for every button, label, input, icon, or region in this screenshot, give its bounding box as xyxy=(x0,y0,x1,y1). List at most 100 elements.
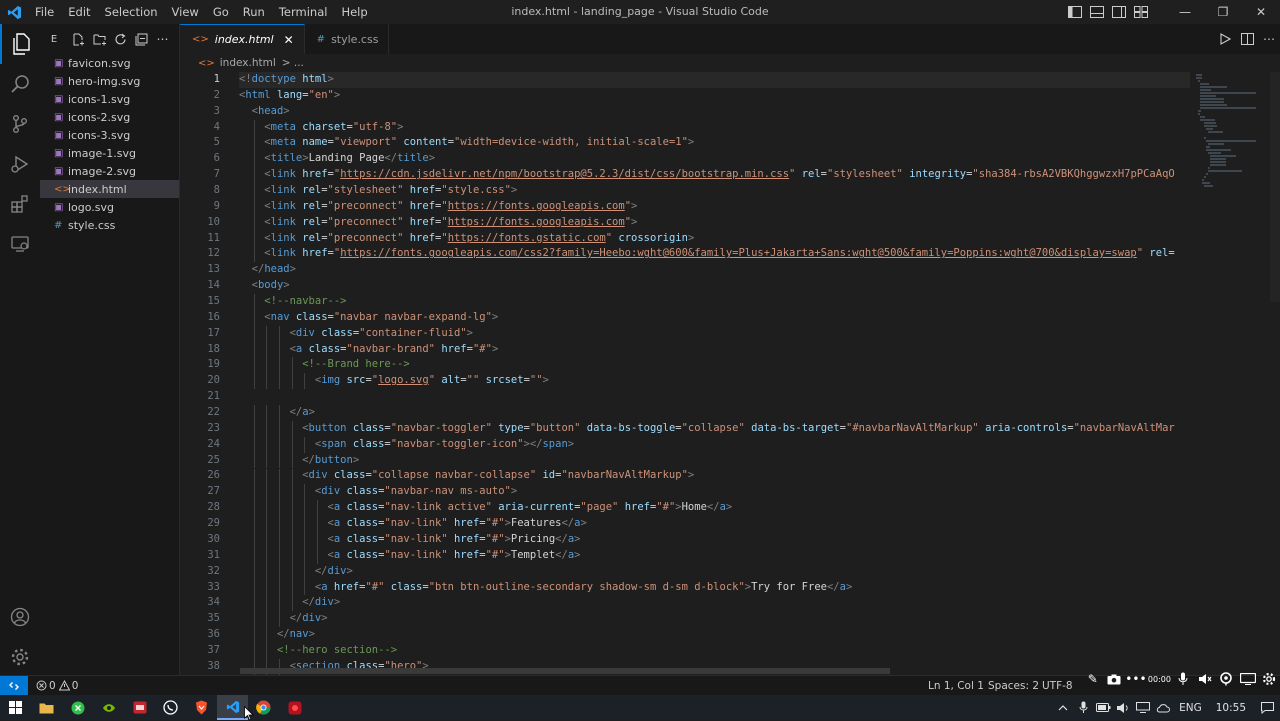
split-editor-icon[interactable] xyxy=(1236,24,1258,54)
app-green-icon[interactable] xyxy=(62,695,93,720)
close-button[interactable]: ✕ xyxy=(1242,0,1280,24)
code-line[interactable]: <link rel="preconnect" href="https://fon… xyxy=(239,231,1190,247)
notifications-icon[interactable] xyxy=(1254,695,1280,720)
red-app-icon[interactable] xyxy=(124,695,155,720)
code-line[interactable]: <meta charset="utf-8"> xyxy=(239,120,1190,136)
code-line[interactable]: <link href="https://cdn.jsdelivr.net/npm… xyxy=(239,167,1190,183)
file-item[interactable]: <> index.html xyxy=(40,180,179,198)
breadcrumb-rest[interactable]: > ... xyxy=(282,57,304,69)
code-line[interactable]: <nav class="navbar navbar-expand-lg"> xyxy=(239,310,1190,326)
menu-go[interactable]: Go xyxy=(206,0,236,24)
screen-icon[interactable] xyxy=(1237,668,1259,690)
whatsapp-icon[interactable] xyxy=(155,695,186,720)
onedrive-icon[interactable] xyxy=(1153,695,1173,720)
code-line[interactable]: </a> xyxy=(239,405,1190,421)
refresh-icon[interactable] xyxy=(110,24,131,54)
remote-explorer-icon[interactable] xyxy=(0,224,40,264)
record-app-icon[interactable] xyxy=(279,695,310,720)
extensions-icon[interactable] xyxy=(0,184,40,224)
battery-icon[interactable] xyxy=(1093,695,1113,720)
maximize-button[interactable]: ❐ xyxy=(1204,0,1242,24)
code-line[interactable]: <a class="nav-link" href="#">Templet</a> xyxy=(239,548,1190,564)
menu-edit[interactable]: Edit xyxy=(61,0,97,24)
editor-more-actions-icon[interactable]: ⋯ xyxy=(1258,24,1280,54)
settings-gear-icon[interactable] xyxy=(1258,668,1280,690)
code-line[interactable]: <!--Brand here--> xyxy=(239,357,1190,373)
webcam-icon[interactable] xyxy=(1215,668,1237,690)
code-line[interactable]: <a class="navbar-brand" href="#"> xyxy=(239,342,1190,358)
new-file-icon[interactable] xyxy=(68,24,89,54)
problems-indicator[interactable]: 0 0 xyxy=(36,680,78,692)
menu-run[interactable]: Run xyxy=(236,0,272,24)
menu-view[interactable]: View xyxy=(165,0,206,24)
file-item[interactable]: ▣ icons-3.svg xyxy=(40,126,179,144)
code-line[interactable]: <meta name="viewport" content="width=dev… xyxy=(239,135,1190,151)
vertical-scrollbar[interactable] xyxy=(1270,72,1280,302)
code-line[interactable]: <html lang="en"> xyxy=(239,88,1190,104)
close-tab-icon[interactable]: ✕ xyxy=(284,33,294,47)
microphone-icon[interactable] xyxy=(1073,695,1093,720)
file-item[interactable]: ▣ favicon.svg xyxy=(40,54,179,72)
run-file-icon[interactable] xyxy=(1214,24,1236,54)
horizontal-scrollbar[interactable] xyxy=(240,668,890,674)
toggle-panel-icon[interactable] xyxy=(1086,0,1108,24)
file-explorer-icon[interactable] xyxy=(31,695,62,720)
code-line[interactable]: </button> xyxy=(239,453,1190,469)
menu-selection[interactable]: Selection xyxy=(98,0,165,24)
collapse-all-icon[interactable] xyxy=(131,24,152,54)
more-actions-icon[interactable]: ⋯ xyxy=(152,24,173,54)
code-line[interactable]: </head> xyxy=(239,262,1190,278)
code-line[interactable]: <img src="logo.svg" alt="" srcset=""> xyxy=(239,373,1190,389)
code-line[interactable]: <head> xyxy=(239,104,1190,120)
toggle-primary-sidebar-icon[interactable] xyxy=(1064,0,1086,24)
code-line[interactable]: </nav> xyxy=(239,627,1190,643)
file-item[interactable]: # style.css xyxy=(40,216,179,234)
toggle-secondary-sidebar-icon[interactable] xyxy=(1108,0,1130,24)
brave-browser-icon[interactable] xyxy=(186,695,217,720)
tab-style-css[interactable]: # style.css xyxy=(305,24,390,54)
remote-indicator-icon[interactable] xyxy=(0,675,28,696)
code-line[interactable]: <title>Landing Page</title> xyxy=(239,151,1190,167)
start-windows-icon[interactable] xyxy=(0,695,31,720)
file-item[interactable]: ▣ icons-2.svg xyxy=(40,108,179,126)
chevron-up-icon[interactable] xyxy=(1053,695,1073,720)
customize-layout-icon[interactable] xyxy=(1130,0,1152,24)
code-line[interactable]: <link rel="preconnect" href="https://fon… xyxy=(239,215,1190,231)
code-line[interactable]: <div class="navbar-nav ms-auto"> xyxy=(239,484,1190,500)
code-line[interactable]: <link rel="stylesheet" href="style.css"> xyxy=(239,183,1190,199)
code-lines[interactable]: <!doctype html> <html lang="en"> <head> <… xyxy=(239,72,1190,675)
input-language[interactable]: ENG xyxy=(1173,702,1208,714)
clock-time[interactable]: 10:55 xyxy=(1208,702,1254,714)
source-control-icon[interactable] xyxy=(0,104,40,144)
tab-index-html[interactable]: <> index.html ✕ xyxy=(180,24,305,54)
search-icon[interactable] xyxy=(0,64,40,104)
code-line[interactable]: <div class="collapse navbar-collapse" id… xyxy=(239,468,1190,484)
code-line[interactable]: <body> xyxy=(239,278,1190,294)
breadcrumb-file[interactable]: index.html xyxy=(220,57,276,69)
code-line[interactable]: <!--navbar--> xyxy=(239,294,1190,310)
menu-help[interactable]: Help xyxy=(334,0,374,24)
encoding-setting[interactable]: UTF-8 xyxy=(1042,676,1073,696)
code-line[interactable]: <link rel="preconnect" href="https://fon… xyxy=(239,199,1190,215)
minimize-button[interactable]: — xyxy=(1166,0,1204,24)
code-line[interactable]: </div> xyxy=(239,611,1190,627)
menu-file[interactable]: File xyxy=(28,0,61,24)
camera-icon[interactable] xyxy=(1104,668,1126,690)
code-line[interactable] xyxy=(239,389,1190,405)
code-line[interactable]: <a class="nav-link" href="#">Pricing</a> xyxy=(239,532,1190,548)
file-item[interactable]: ▣ logo.svg xyxy=(40,198,179,216)
run-debug-icon[interactable] xyxy=(0,144,40,184)
code-line[interactable]: <a class="nav-link active" aria-current=… xyxy=(239,500,1190,516)
code-line[interactable]: <link href="https://fonts.googleapis.com… xyxy=(239,246,1190,262)
minimap[interactable] xyxy=(1196,72,1258,302)
code-line[interactable]: <!--hero section--> xyxy=(239,643,1190,659)
speaker-icon[interactable] xyxy=(1113,695,1133,720)
code-line[interactable]: <a href="#" class="btn btn-outline-secon… xyxy=(239,580,1190,596)
network-icon[interactable] xyxy=(1133,695,1153,720)
settings-gear-icon[interactable] xyxy=(0,637,40,677)
explorer-icon[interactable] xyxy=(0,24,40,64)
file-item[interactable]: ▣ icons-1.svg xyxy=(40,90,179,108)
indentation-setting[interactable]: Spaces: 2 xyxy=(988,676,1039,696)
menu-terminal[interactable]: Terminal xyxy=(272,0,335,24)
code-line[interactable]: <div class="container-fluid"> xyxy=(239,326,1190,342)
